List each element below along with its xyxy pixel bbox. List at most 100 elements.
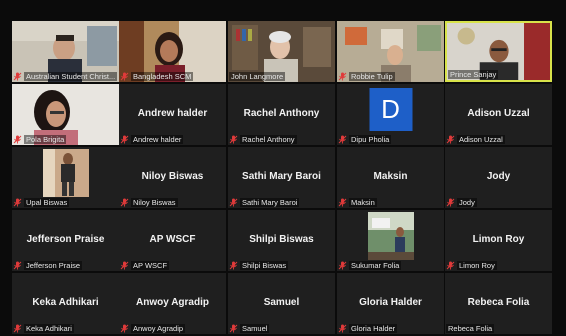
participant-tile[interactable]: Keka Adhikari Keka Adhikari [12,273,119,334]
participant-name: Samuel [240,324,270,333]
participant-tile[interactable]: Rebeca Folia Rebeca Folia [445,273,552,334]
participant-name: Sukumar Folia [349,261,402,270]
participant-name-label: Samuel [229,324,334,333]
muted-mic-icon [338,261,347,270]
participant-display-name: Maksin [373,170,408,182]
muted-mic-icon [338,324,347,333]
gallery-view: Australian Student Christ... Bangladesh … [0,0,566,336]
participant-name: Andrew halder [131,135,184,144]
muted-mic-icon [13,72,22,81]
participant-name-label: Robbie Tulip [338,72,443,81]
muted-mic-icon [446,135,455,144]
participant-name-label: Gloria Halder [338,324,443,333]
muted-mic-icon [13,198,22,207]
participant-name-label: Andrew halder [120,135,225,144]
participant-name-label: AP WSCF [120,261,225,270]
muted-mic-icon [446,261,455,270]
participant-tile[interactable]: Limon Roy Limon Roy [445,210,552,271]
participant-name: Adison Uzzal [457,135,505,144]
muted-mic-icon [446,198,455,207]
participant-name-label: Anwoy Agradip [120,324,225,333]
participant-display-name: Limon Roy [472,233,525,245]
participant-display-name: Andrew halder [137,107,208,119]
participant-tile[interactable]: Sathi Mary Baroi Sathi Mary Baroi [228,147,335,208]
muted-mic-icon [120,261,129,270]
participant-name: Dipu Pholia [349,135,392,144]
muted-mic-icon [229,261,238,270]
participant-name-label: Prince Sanjay [448,70,549,79]
participant-name-label: Keka Adhikari [13,324,118,333]
participant-tile[interactable]: Maksin Maksin [337,147,444,208]
participant-name-label: Shilpi Biswas [229,261,334,270]
participant-display-name: Shilpi Biswas [249,233,314,245]
participant-display-name: Adison Uzzal [467,107,530,119]
participant-tile[interactable]: Rachel Anthony Rachel Anthony [228,84,335,145]
participant-tile[interactable]: D Dipu Pholia [337,84,444,145]
participant-name-label: Upal Biswas [13,198,118,207]
participant-display-name: Keka Adhikari [32,296,99,308]
muted-mic-icon [13,261,22,270]
participant-display-name: Gloria Halder [359,296,422,308]
participant-name: AP WSCF [131,261,170,270]
participant-display-name: Anwoy Agradip [136,296,209,308]
participant-display-name: Rebeca Folia [467,296,530,308]
participant-name: Niloy Biswas [131,198,178,207]
participant-tile[interactable]: Anwoy Agradip Anwoy Agradip [119,273,226,334]
muted-mic-icon [229,135,238,144]
avatar: D [369,88,412,131]
participant-name: Keka Adhikari [24,324,74,333]
participant-name-label: Australian Student Christ... [13,72,118,81]
participant-name: Gloria Halder [349,324,398,333]
muted-mic-icon [338,198,347,207]
participant-name-label: Jefferson Praise [13,261,118,270]
participant-tile[interactable]: Robbie Tulip [337,21,444,82]
participant-tile[interactable]: AP WSCF AP WSCF [119,210,226,271]
participant-name: Upal Biswas [24,198,70,207]
participant-name: Anwoy Agradip [131,324,186,333]
participant-name: Maksin [349,198,377,207]
participant-tile[interactable]: Adison Uzzal Adison Uzzal [445,84,552,145]
muted-mic-icon [13,135,22,144]
participant-name: Shilpi Biswas [240,261,289,270]
participant-name: Bangladesh SCM [131,72,194,81]
participant-name: Prince Sanjay [448,70,499,79]
participant-name-label: John Langmore [229,72,334,81]
participant-name-label: Rebeca Folia [446,324,551,333]
participant-name: Rachel Anthony [240,135,297,144]
participant-name-label: Pola Brigita [13,135,118,144]
participant-name: Rebeca Folia [446,324,495,333]
participant-name: John Langmore [229,72,286,81]
participant-tile[interactable]: Andrew halder Andrew halder [119,84,226,145]
participant-tile[interactable]: Pola Brigita [12,84,119,145]
participant-name: Robbie Tulip [349,72,395,81]
participant-name-label: Bangladesh SCM [120,72,225,81]
participant-name-label: Sathi Mary Baroi [229,198,334,207]
participant-name-label: Limon Roy [446,261,551,270]
muted-mic-icon [229,198,238,207]
participant-tile[interactable]: John Langmore [228,21,335,82]
participant-name: Pola Brigita [24,135,67,144]
participant-name-label: Sukumar Folia [338,261,443,270]
participant-name: Sathi Mary Baroi [240,198,300,207]
participant-display-name: Niloy Biswas [141,170,204,182]
participant-display-name: Jody [486,170,511,182]
participant-tile[interactable]: Prince Sanjay [445,21,552,82]
participant-tile[interactable]: Upal Biswas [12,147,119,208]
participant-name-label: Dipu Pholia [338,135,443,144]
participant-tile[interactable]: Gloria Halder Gloria Halder [337,273,444,334]
participant-tile[interactable]: Jody Jody [445,147,552,208]
muted-mic-icon [13,324,22,333]
participant-tile[interactable]: Bangladesh SCM [119,21,226,82]
muted-mic-icon [120,198,129,207]
participant-name: Australian Student Christ... [24,72,118,81]
participant-tile[interactable]: Niloy Biswas Niloy Biswas [119,147,226,208]
muted-mic-icon [120,72,129,81]
participant-tile[interactable]: Samuel Samuel [228,273,335,334]
participant-display-name: Sathi Mary Baroi [242,170,321,182]
participant-name: Jody [457,198,477,207]
participant-tile[interactable]: Australian Student Christ... [12,21,119,82]
muted-mic-icon [120,324,129,333]
participant-tile[interactable]: Jefferson Praise Jefferson Praise [12,210,119,271]
participant-tile[interactable]: Shilpi Biswas Shilpi Biswas [228,210,335,271]
participant-tile[interactable]: Sukumar Folia [337,210,444,271]
